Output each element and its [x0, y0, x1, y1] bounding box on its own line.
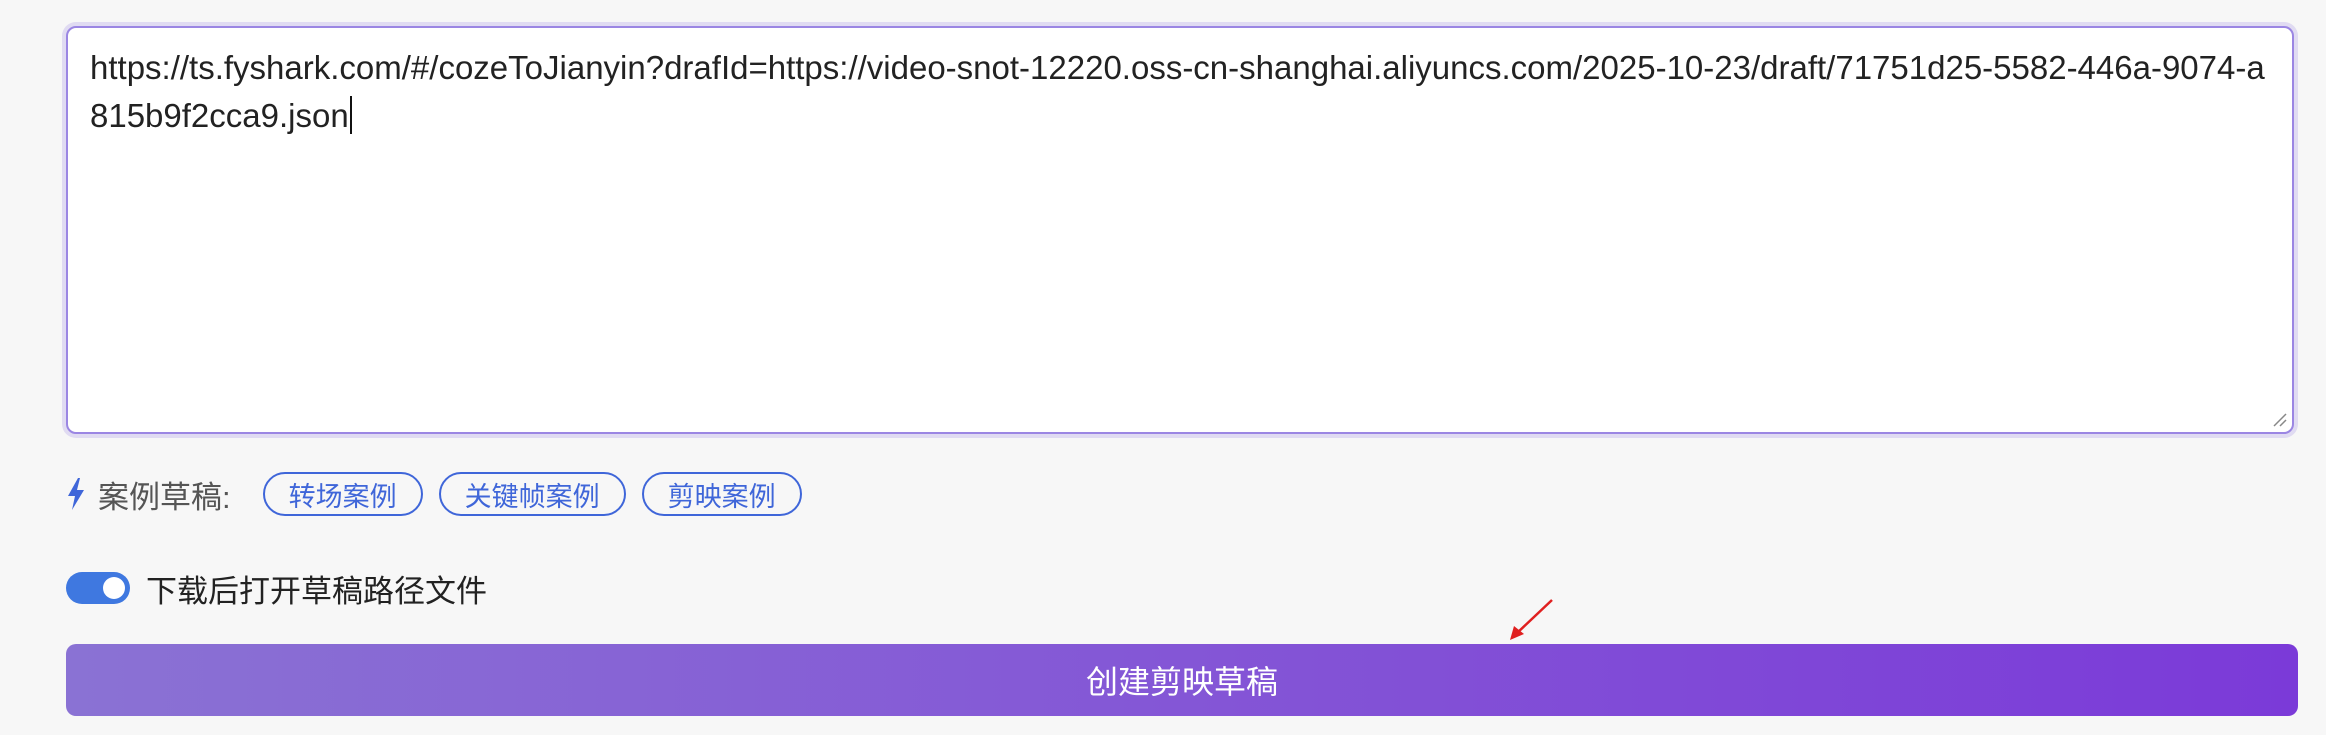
toggle-knob — [103, 577, 125, 599]
draft-url-textarea[interactable]: https://ts.fyshark.com/#/cozeToJianyin?d… — [66, 26, 2294, 434]
bolt-icon — [66, 477, 88, 511]
sample-chip-jianying[interactable]: 剪映案例 — [641, 472, 802, 516]
open-after-download-toggle[interactable] — [66, 572, 130, 604]
annotation-arrow-icon — [1510, 599, 1553, 640]
open-after-download-row: 下载后打开草稿路径文件 — [66, 564, 487, 612]
open-after-download-label: 下载后打开草稿路径文件 — [146, 573, 487, 609]
sample-chip-keyframe[interactable]: 关键帧案例 — [438, 472, 626, 516]
page: https://ts.fyshark.com/#/cozeToJianyin?d… — [0, 0, 2326, 735]
create-draft-button[interactable]: 创建剪映草稿 — [66, 644, 2298, 716]
draft-url-value: https://ts.fyshark.com/#/cozeToJianyin?d… — [90, 49, 2265, 134]
sample-chip-transition[interactable]: 转场案例 — [262, 472, 423, 516]
resize-handle-icon[interactable] — [2270, 410, 2288, 428]
sample-drafts-row: 案例草稿: 转场案例 关键帧案例 剪映案例 — [66, 470, 818, 518]
sample-drafts-label: 案例草稿: — [98, 479, 231, 515]
text-caret — [349, 96, 352, 134]
